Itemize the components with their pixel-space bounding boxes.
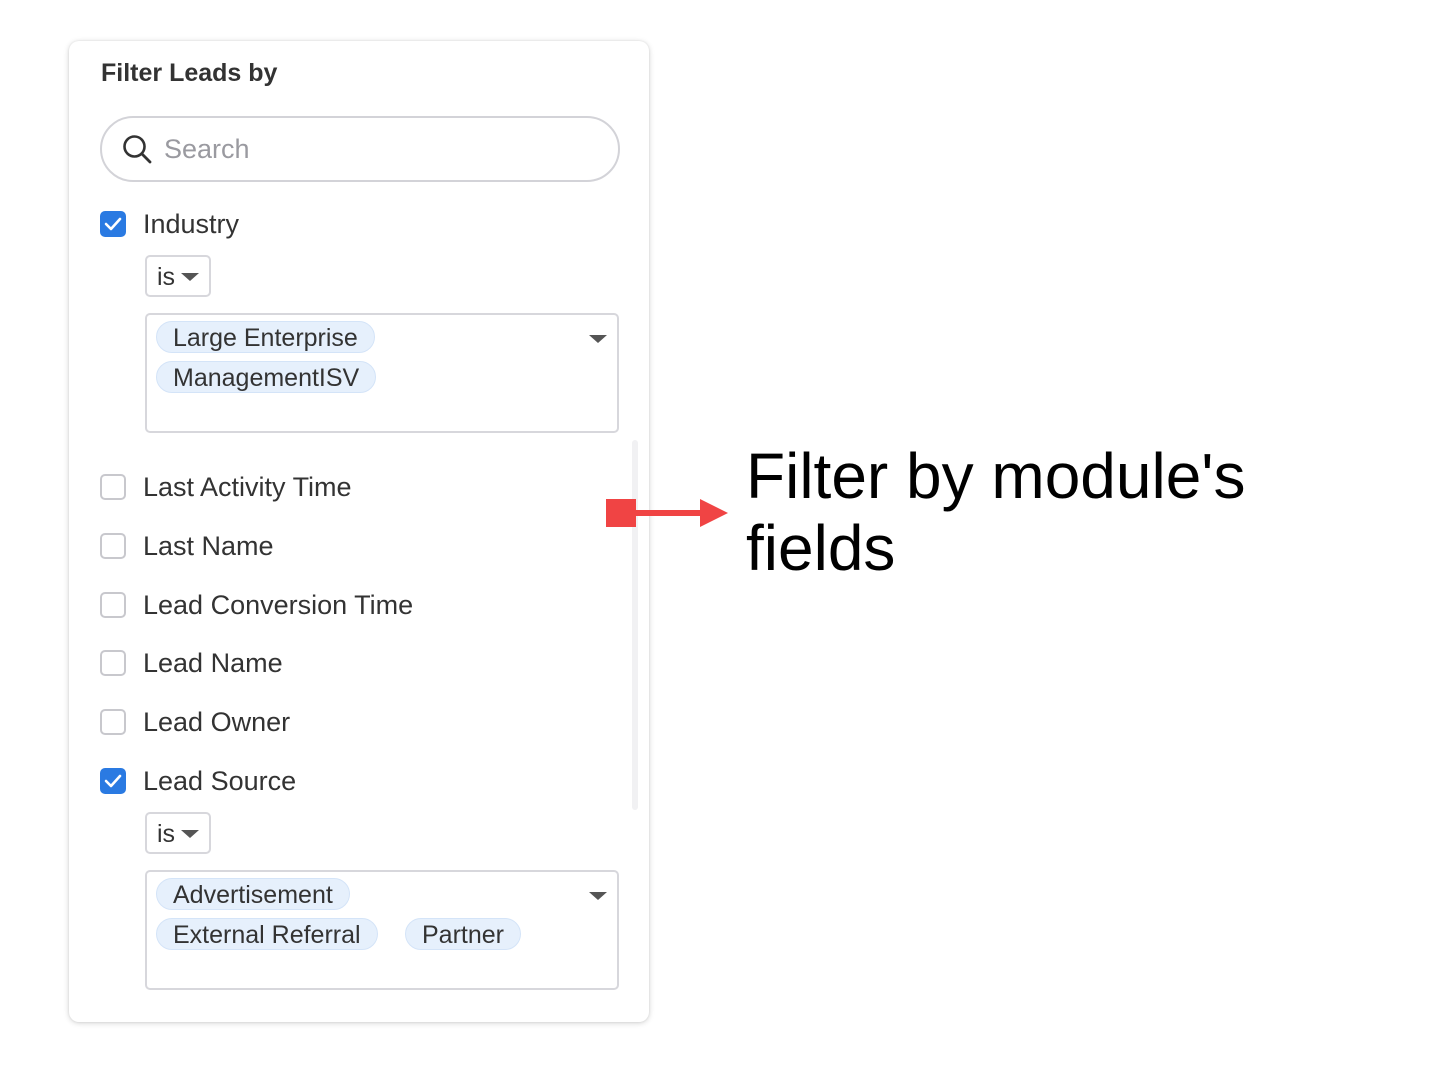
lead-source-operator-select[interactable]: is [145,812,211,854]
search-box[interactable] [100,116,620,182]
field-last-name[interactable]: Last Name [100,530,274,562]
lead-conversion-time-checkbox[interactable] [100,592,126,618]
field-lead-name[interactable]: Lead Name [100,647,283,679]
lead-source-operator-value: is [157,820,176,848]
checkmark-icon [104,774,122,788]
search-icon [123,135,152,164]
panel-title: Filter Leads by [101,59,278,87]
lead-owner-label: Lead Owner [143,706,291,737]
lead-source-value-chip[interactable]: External Referral [156,918,378,950]
industry-value-chip[interactable]: Large Enterprise [156,321,375,353]
field-lead-conversion-time[interactable]: Lead Conversion Time [100,589,413,621]
lead-source-value-chip[interactable]: Partner [405,918,521,950]
industry-operator-value: is [157,263,176,291]
lead-name-label: Lead Name [143,647,283,678]
lead-conversion-time-label: Lead Conversion Time [143,589,414,620]
industry-operator-select[interactable]: is [145,255,211,297]
lead-name-checkbox[interactable] [100,650,126,676]
search-input[interactable] [162,130,596,168]
chevron-down-icon[interactable] [589,335,607,343]
industry-value-chip[interactable]: ManagementISV [156,361,377,393]
lead-source-values-select[interactable]: Advertisement External Referral Partner [145,870,619,990]
filter-panel: Filter Leads by Industry is Large Enterp… [69,41,649,1022]
industry-label: Industry [143,208,240,239]
field-last-activity-time[interactable]: Last Activity Time [100,471,352,503]
industry-values-select[interactable]: Large Enterprise ManagementISV [145,313,619,433]
last-activity-time-label: Last Activity Time [143,471,352,502]
lead-owner-checkbox[interactable] [100,709,126,735]
industry-checkbox[interactable] [100,211,126,237]
checkmark-icon [104,217,122,231]
annotation-text: Filter by module's fields [746,440,1246,584]
last-name-checkbox[interactable] [100,533,126,559]
field-lead-owner[interactable]: Lead Owner [100,706,290,738]
chevron-down-icon [181,273,199,281]
lead-source-label: Lead Source [143,765,297,796]
chevron-down-icon[interactable] [589,892,607,900]
chevron-down-icon [181,830,199,838]
lead-source-checkbox[interactable] [100,768,126,794]
lead-source-value-chip[interactable]: Advertisement [156,878,350,910]
field-lead-source[interactable]: Lead Source [100,765,296,797]
last-activity-time-checkbox[interactable] [100,474,126,500]
field-industry[interactable]: Industry [100,208,239,240]
last-name-label: Last Name [143,530,274,561]
arrow-right-icon [606,499,728,527]
